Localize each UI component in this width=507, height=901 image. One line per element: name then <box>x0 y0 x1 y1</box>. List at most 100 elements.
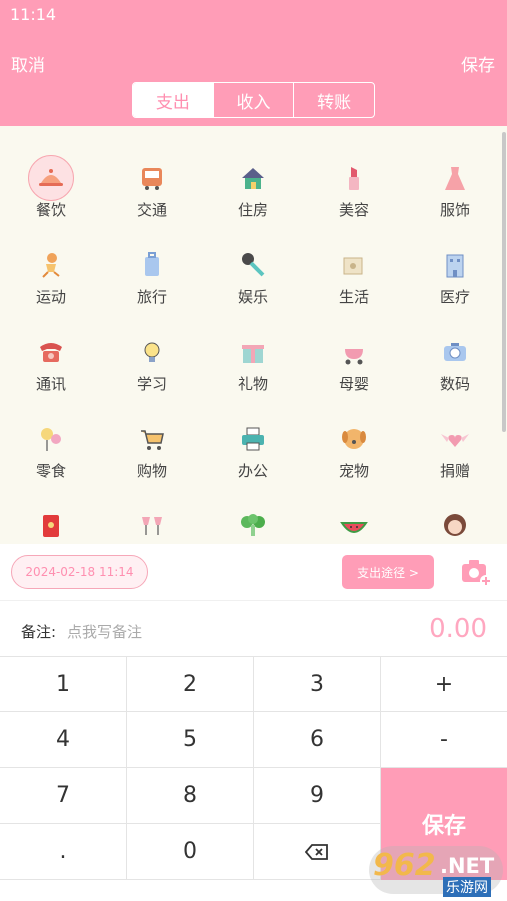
key-3[interactable]: 3 <box>254 656 381 712</box>
category-travel[interactable]: 旅行 <box>107 220 197 306</box>
category-vegetables[interactable]: 蔬菜 <box>208 481 298 544</box>
shopping-cart-icon <box>129 416 175 462</box>
category-label: 零食 <box>35 462 66 480</box>
key-9[interactable]: 9 <box>254 768 381 824</box>
printer-icon <box>230 416 276 462</box>
key-2[interactable]: 2 <box>127 656 254 712</box>
lipstick-icon <box>331 155 377 201</box>
cancel-button[interactable]: 取消 <box>11 51 45 76</box>
watermark-number: 962 <box>373 848 436 883</box>
payment-route-button[interactable]: 支出途径 > <box>342 555 434 589</box>
category-label: 娱乐 <box>237 288 268 306</box>
category-clothing[interactable]: 服饰 <box>410 133 500 219</box>
category-label: 办公 <box>237 462 268 480</box>
girl-icon <box>432 503 478 544</box>
category-label: 住房 <box>237 201 268 219</box>
suitcase-icon <box>129 242 175 288</box>
category-living[interactable]: 生活 <box>309 220 399 306</box>
category-transport[interactable]: 交通 <box>107 133 197 219</box>
category-gift-money[interactable]: 随礼 <box>6 481 96 544</box>
category-office[interactable]: 办公 <box>208 394 298 480</box>
key-decimal[interactable]: . <box>0 824 127 880</box>
note-row: 备注: 点我写备注 0.00 <box>0 600 507 656</box>
tab-transfer[interactable]: 转账 <box>294 83 374 117</box>
category-label: 美容 <box>338 201 369 219</box>
key-8[interactable]: 8 <box>127 768 254 824</box>
category-fruit[interactable]: 水果 <box>309 481 399 544</box>
category-study[interactable]: 学习 <box>107 307 197 393</box>
dress-icon <box>432 155 478 201</box>
key-1[interactable]: 1 <box>0 656 127 712</box>
category-gift[interactable]: 礼物 <box>208 307 298 393</box>
category-beauty[interactable]: 美容 <box>309 133 399 219</box>
status-time: 11:14 <box>10 5 57 24</box>
category-housing[interactable]: 住房 <box>208 133 298 219</box>
watermark-suffix: .NET <box>440 854 495 878</box>
category-label: 旅行 <box>136 288 167 306</box>
save-button-top[interactable]: 保存 <box>461 51 495 76</box>
key-0[interactable]: 0 <box>127 824 254 880</box>
category-romance[interactable]: 恋爱 <box>410 481 500 544</box>
grid-scrollbar[interactable] <box>502 132 506 432</box>
record-options-bar: 2024-02-18 11:14 支出途径 > <box>0 544 507 600</box>
key-4[interactable]: 4 <box>0 712 127 768</box>
backspace-icon <box>305 843 328 860</box>
category-label: 购物 <box>136 462 167 480</box>
site-watermark: 962 .NET 乐游网 <box>369 846 503 897</box>
tab-income[interactable]: 收入 <box>214 83 295 117</box>
key-plus[interactable]: + <box>381 656 507 712</box>
dog-icon <box>331 416 377 462</box>
category-shopping[interactable]: 购物 <box>107 394 197 480</box>
date-picker-button[interactable]: 2024-02-18 11:14 <box>11 555 148 589</box>
key-7[interactable]: 7 <box>0 768 127 824</box>
note-label: 备注: <box>21 623 57 641</box>
category-communication[interactable]: 通讯 <box>6 307 96 393</box>
category-entertainment[interactable]: 娱乐 <box>208 220 298 306</box>
category-donation[interactable]: 捐赠 <box>410 394 500 480</box>
category-label: 学习 <box>136 375 167 393</box>
category-mother-baby[interactable]: 母婴 <box>309 307 399 393</box>
category-dining[interactable]: 餐饮 <box>6 133 96 219</box>
key-5[interactable]: 5 <box>127 712 254 768</box>
category-label: 餐饮 <box>35 201 66 219</box>
stroller-icon <box>331 329 377 375</box>
category-snacks[interactable]: 零食 <box>6 394 96 480</box>
category-label: 运动 <box>35 288 66 306</box>
category-digital[interactable]: 数码 <box>410 307 500 393</box>
key-backspace[interactable] <box>254 824 381 880</box>
gift-icon <box>230 329 276 375</box>
type-tabs: 支出 收入 转账 <box>132 82 375 118</box>
key-minus[interactable]: - <box>381 712 507 768</box>
broccoli-icon <box>230 503 276 544</box>
category-pets[interactable]: 宠物 <box>309 394 399 480</box>
add-photo-icon[interactable] <box>460 556 492 588</box>
category-label: 捐赠 <box>439 462 470 480</box>
category-label: 数码 <box>439 375 470 393</box>
watermark-site: 乐游网 <box>443 877 491 897</box>
house-icon <box>230 155 276 201</box>
category-label: 交通 <box>136 201 167 219</box>
tab-expense[interactable]: 支出 <box>133 83 214 117</box>
wine-glasses-icon <box>129 503 175 544</box>
category-label: 通讯 <box>35 375 66 393</box>
dish-cover-icon <box>28 155 74 201</box>
hospital-icon <box>432 242 478 288</box>
category-grid: 餐饮 交通 住房 美容 服饰 运动 旅行 娱乐 生活 医疗 通讯 学习 礼物 母… <box>0 126 507 544</box>
running-kid-icon <box>28 242 74 288</box>
note-input[interactable]: 点我写备注 <box>67 621 142 642</box>
key-6[interactable]: 6 <box>254 712 381 768</box>
telephone-icon <box>28 329 74 375</box>
category-sports[interactable]: 运动 <box>6 220 96 306</box>
toilet-paper-icon <box>331 242 377 288</box>
category-label: 服饰 <box>439 201 470 219</box>
lightbulb-icon <box>129 329 175 375</box>
category-medical[interactable]: 医疗 <box>410 220 500 306</box>
category-social[interactable]: 社交 <box>107 481 197 544</box>
microphone-icon <box>230 242 276 288</box>
category-label: 礼物 <box>237 375 268 393</box>
category-label: 医疗 <box>439 288 470 306</box>
category-label: 宠物 <box>338 462 369 480</box>
watermelon-icon <box>331 503 377 544</box>
category-label: 母婴 <box>338 375 369 393</box>
winged-heart-icon <box>432 416 478 462</box>
